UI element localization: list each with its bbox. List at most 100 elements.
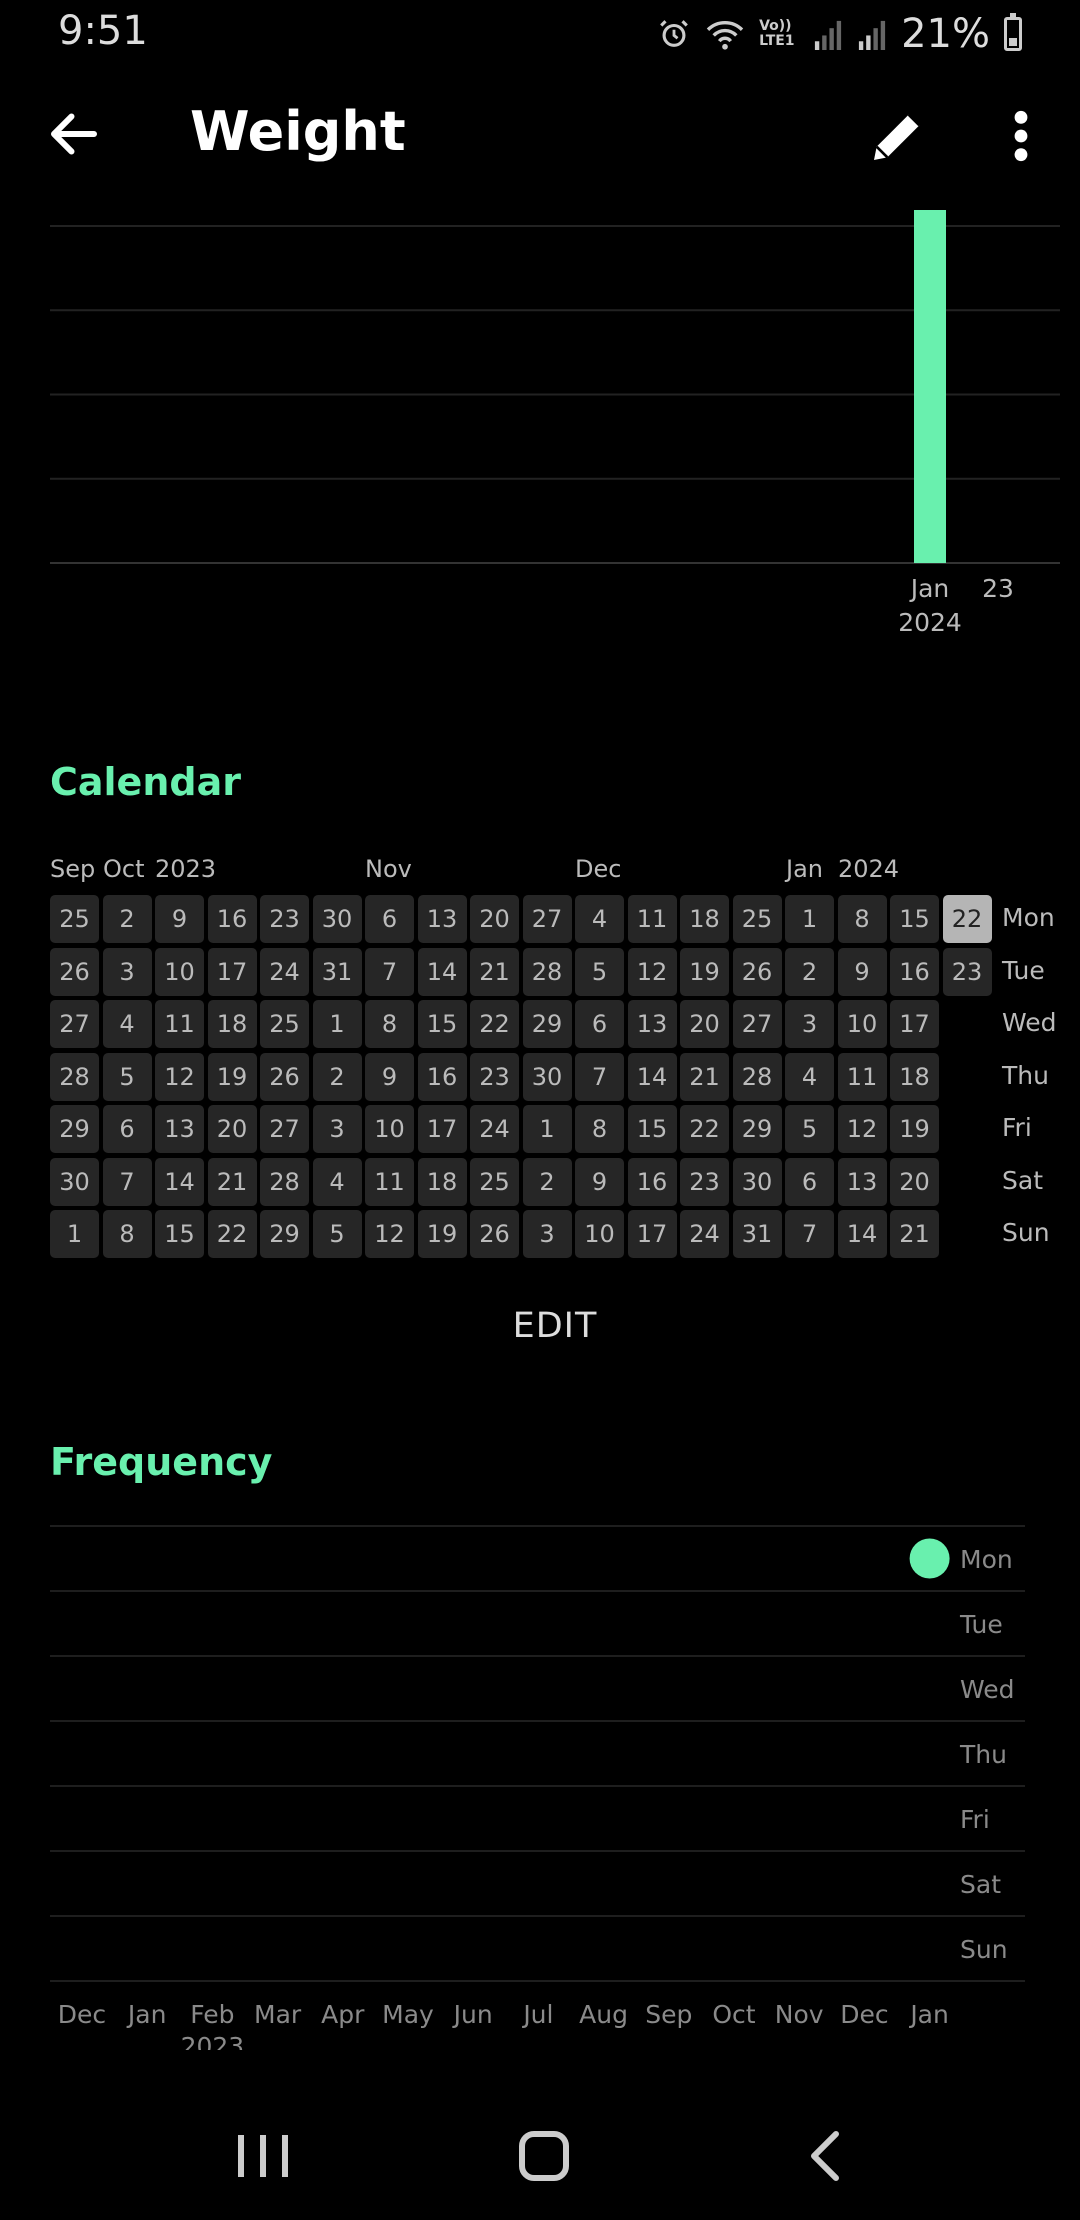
calendar-day[interactable]: 13 — [417, 895, 467, 943]
calendar-day[interactable]: 20 — [890, 1157, 939, 1206]
calendar-day[interactable]: 23 — [470, 1052, 519, 1101]
calendar-day[interactable]: 9 — [837, 947, 887, 996]
calendar-day[interactable]: 21 — [890, 1210, 939, 1258]
calendar-day[interactable]: 26 — [260, 1052, 309, 1101]
calendar-day[interactable]: 30 — [312, 895, 362, 943]
calendar-day[interactable]: 17 — [627, 1210, 677, 1258]
calendar-day[interactable]: 16 — [207, 895, 257, 943]
calendar-day[interactable]: 2 — [312, 1052, 362, 1101]
calendar-day[interactable]: 26 — [470, 1210, 519, 1258]
calendar-day[interactable]: 6 — [575, 1000, 624, 1048]
calendar-day[interactable]: 12 — [365, 1210, 414, 1258]
calendar-day[interactable]: 23 — [260, 895, 309, 943]
more-options-button[interactable] — [996, 104, 1046, 168]
calendar-day[interactable]: 14 — [155, 1157, 204, 1206]
back-button[interactable] — [44, 104, 104, 164]
calendar-day[interactable]: 14 — [837, 1210, 887, 1258]
calendar-day[interactable]: 18 — [207, 1000, 257, 1048]
calendar-day[interactable]: 27 — [50, 1000, 99, 1048]
calendar-day[interactable]: 6 — [102, 1105, 152, 1153]
calendar-day[interactable]: 1 — [50, 1210, 99, 1258]
calendar-day[interactable]: 5 — [312, 1210, 362, 1258]
calendar-day[interactable]: 3 — [312, 1105, 362, 1153]
calendar-day[interactable]: 31 — [312, 947, 362, 996]
calendar-day[interactable]: 26 — [50, 947, 99, 996]
calendar-day[interactable]: 4 — [102, 1000, 152, 1048]
calendar-day[interactable]: 24 — [680, 1210, 729, 1258]
home-icon[interactable] — [519, 2131, 569, 2181]
calendar-day[interactable]: 16 — [627, 1157, 677, 1206]
calendar-day[interactable]: 3 — [522, 1210, 572, 1258]
calendar-day[interactable]: 22 — [470, 1000, 519, 1048]
calendar-day[interactable]: 16 — [890, 947, 939, 996]
calendar-day[interactable]: 26 — [732, 947, 782, 996]
calendar-day[interactable]: 13 — [837, 1157, 887, 1206]
calendar-day[interactable]: 17 — [890, 1000, 939, 1048]
calendar-day[interactable]: 5 — [785, 1105, 834, 1153]
calendar-day[interactable]: 20 — [207, 1105, 257, 1153]
calendar-day[interactable]: 5 — [102, 1052, 152, 1101]
edit-habit-button[interactable] — [866, 104, 930, 168]
calendar-day[interactable]: 9 — [155, 895, 204, 943]
calendar-day[interactable]: 22 — [207, 1210, 257, 1258]
calendar-day[interactable]: 20 — [470, 895, 519, 943]
calendar-day[interactable]: 9 — [575, 1157, 624, 1206]
calendar-day[interactable]: 15 — [417, 1000, 467, 1048]
calendar-day[interactable]: 1 — [522, 1105, 572, 1153]
calendar-day[interactable]: 19 — [890, 1105, 939, 1153]
calendar-day[interactable]: 1 — [312, 1000, 362, 1048]
calendar-edit-button[interactable]: EDIT — [0, 1306, 1080, 1346]
calendar-day[interactable]: 15 — [890, 895, 939, 943]
calendar-day[interactable]: 11 — [365, 1157, 414, 1206]
calendar-day[interactable]: 30 — [522, 1052, 572, 1101]
calendar-day[interactable]: 18 — [890, 1052, 939, 1101]
calendar-day-today[interactable]: 22 — [942, 895, 992, 943]
calendar-day[interactable]: 8 — [102, 1210, 152, 1258]
calendar-day[interactable]: 20 — [680, 1000, 729, 1048]
calendar-day[interactable]: 19 — [417, 1210, 467, 1258]
calendar-day[interactable]: 14 — [417, 947, 467, 996]
calendar-day[interactable]: 19 — [680, 947, 729, 996]
calendar-day[interactable]: 19 — [207, 1052, 257, 1101]
recent-apps-icon[interactable] — [238, 2135, 288, 2177]
calendar-day[interactable]: 10 — [365, 1105, 414, 1153]
calendar-day[interactable]: 22 — [680, 1105, 729, 1153]
calendar-day[interactable]: 29 — [732, 1105, 782, 1153]
calendar-day[interactable]: 3 — [785, 1000, 834, 1048]
calendar-day[interactable]: 11 — [155, 1000, 204, 1048]
calendar-day[interactable]: 10 — [155, 947, 204, 996]
calendar-day[interactable]: 24 — [260, 947, 309, 996]
calendar-day[interactable]: 4 — [312, 1157, 362, 1206]
calendar-day[interactable]: 17 — [207, 947, 257, 996]
calendar-day[interactable]: 28 — [50, 1052, 99, 1101]
calendar-day[interactable]: 25 — [732, 895, 782, 943]
calendar-day[interactable]: 7 — [102, 1157, 152, 1206]
calendar-day[interactable]: 13 — [627, 1000, 677, 1048]
calendar-day[interactable]: 12 — [837, 1105, 887, 1153]
calendar-day[interactable]: 25 — [260, 1000, 309, 1048]
calendar-day[interactable]: 21 — [680, 1052, 729, 1101]
calendar-day[interactable]: 18 — [680, 895, 729, 943]
calendar-day[interactable]: 23 — [942, 947, 992, 996]
calendar-day[interactable]: 10 — [575, 1210, 624, 1258]
calendar-day[interactable]: 11 — [627, 895, 677, 943]
calendar-day[interactable]: 25 — [50, 895, 99, 943]
calendar-day[interactable]: 29 — [50, 1105, 99, 1153]
calendar-day[interactable]: 3 — [102, 947, 152, 996]
calendar-day[interactable]: 8 — [365, 1000, 414, 1048]
calendar-day[interactable]: 27 — [522, 895, 572, 943]
calendar-day[interactable]: 7 — [575, 1052, 624, 1101]
calendar-day[interactable]: 6 — [785, 1157, 834, 1206]
calendar-day[interactable]: 27 — [260, 1105, 309, 1153]
calendar-day[interactable]: 16 — [417, 1052, 467, 1101]
calendar-day[interactable]: 6 — [365, 895, 414, 943]
calendar-day[interactable]: 17 — [417, 1105, 467, 1153]
calendar-day[interactable]: 24 — [470, 1105, 519, 1153]
calendar-day[interactable]: 28 — [522, 947, 572, 996]
calendar-day[interactable]: 15 — [627, 1105, 677, 1153]
calendar-day[interactable]: 28 — [260, 1157, 309, 1206]
calendar-day[interactable]: 2 — [102, 895, 152, 943]
calendar-day[interactable]: 8 — [837, 895, 887, 943]
calendar-day[interactable]: 4 — [785, 1052, 834, 1101]
calendar-day[interactable]: 8 — [575, 1105, 624, 1153]
